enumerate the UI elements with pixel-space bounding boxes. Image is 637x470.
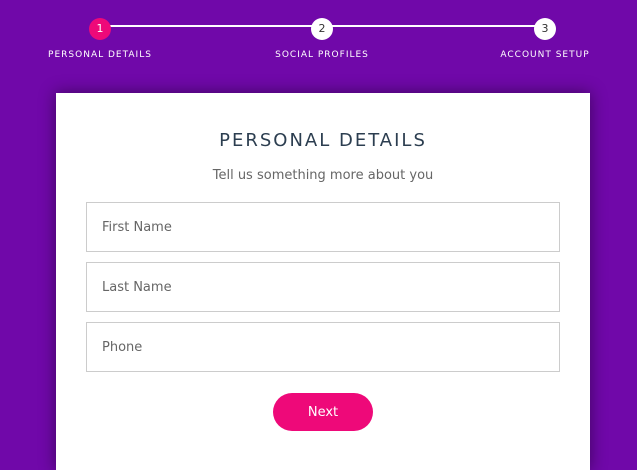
page-title: PERSONAL DETAILS	[219, 130, 427, 151]
phone-input[interactable]	[86, 322, 560, 372]
step-number-badge: 2	[311, 18, 333, 40]
step-label: SOCIAL PROFILES	[275, 50, 369, 60]
last-name-input[interactable]	[86, 262, 560, 312]
page-subtitle: Tell us something more about you	[212, 168, 434, 183]
step-label: PERSONAL DETAILS	[48, 50, 152, 60]
step-account-setup: 3 ACCOUNT SETUP	[465, 18, 625, 60]
next-button[interactable]: Next	[273, 393, 373, 431]
step-label: ACCOUNT SETUP	[500, 50, 590, 60]
step-social-profiles: 2 SOCIAL PROFILES	[242, 18, 402, 60]
progress-bar: 1 PERSONAL DETAILS 2 SOCIAL PROFILES 3 A…	[0, 0, 637, 80]
first-name-input[interactable]	[86, 202, 560, 252]
step-number-badge: 3	[534, 18, 556, 40]
step-number-badge: 1	[89, 18, 111, 40]
step-personal-details: 1 PERSONAL DETAILS	[20, 18, 180, 60]
personal-details-card: PERSONAL DETAILS Tell us something more …	[56, 93, 590, 470]
